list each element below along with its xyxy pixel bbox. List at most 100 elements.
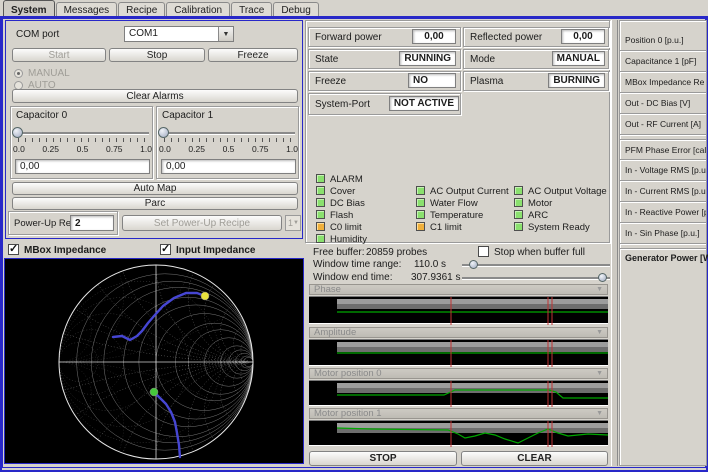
arc-led (514, 210, 523, 219)
humidity-led (316, 234, 325, 243)
freeze-button[interactable]: Freeze (208, 48, 298, 62)
signal-item-position0[interactable]: Position 0 [p.u.] (620, 30, 706, 51)
signal-item-in-current-rms[interactable]: In - Current RMS [p.u.] (620, 181, 706, 202)
input-impedance-checkbox[interactable] (160, 244, 171, 255)
panel-divider (611, 20, 618, 466)
scope-motor1-title: Motor position 1 (314, 408, 382, 419)
plasma-label: Plasma (464, 76, 503, 87)
mbox-current-point-dot (201, 292, 209, 300)
scope-amplitude-title: Amplitude (314, 327, 356, 338)
capacitor-0-group: Capacitor 0 0.0 0.25 0.5 0.75 1.0 0,00 (10, 106, 153, 179)
mode-value: MANUAL (552, 51, 605, 66)
set-power-up-recipe-button[interactable]: Set Power-Up Recipe (122, 215, 282, 231)
start-button[interactable]: Start (12, 48, 106, 62)
chevron-down-icon: ▼ (596, 370, 603, 377)
arc-led-label: ARC (528, 210, 548, 221)
scale-tick-label: 0.5 (223, 144, 235, 154)
window-time-range-slider-thumb[interactable] (469, 260, 478, 269)
c1-limit-led (416, 222, 425, 231)
signal-item-pfm-phase-error[interactable]: PFM Phase Error [calib] (620, 139, 706, 160)
generator-power-footer: Generator Power [W] (625, 253, 708, 263)
phase-band (337, 304, 608, 309)
ac-output-voltage-led-label: AC Output Voltage (528, 186, 607, 197)
mbox-impedance-checkbox[interactable] (8, 244, 19, 255)
signal-item-capacitance1[interactable]: Capacitance 1 [pF] (620, 51, 706, 72)
manual-radio[interactable] (14, 69, 23, 78)
signal-item-in-reactive-power[interactable]: In - Reactive Power [p.u.] (620, 202, 706, 223)
tab-messages[interactable]: Messages (56, 2, 118, 17)
manual-radio-label: MANUAL (28, 68, 70, 79)
mode-label: Mode (464, 54, 495, 65)
tab-trace[interactable]: Trace (231, 2, 272, 17)
power-up-recipe-input[interactable]: 2 (70, 215, 114, 231)
capacitor-0-slider-ticks (18, 138, 149, 142)
input-impedance-trace (154, 392, 180, 457)
capacitor-1-scale: 0.0 0.25 0.5 0.75 1.0 (159, 144, 298, 154)
scope-clear-button[interactable]: CLEAR (461, 451, 608, 466)
scope-phase-title: Phase (314, 284, 341, 295)
free-buffer-label: Free buffer: (313, 247, 365, 258)
state-value: RUNNING (399, 51, 456, 66)
capacitor-0-slider-track[interactable] (16, 132, 149, 134)
capacitor-1-slider-track[interactable] (162, 132, 295, 134)
window-time-range-slider-track[interactable] (462, 264, 610, 266)
input-impedance-label: Input Impedance (176, 245, 255, 256)
motor-led (514, 198, 523, 207)
scope-amplitude-header[interactable]: Amplitude ▼ (309, 327, 608, 338)
scale-tick-label: 0.0 (13, 144, 25, 154)
plasma-value: BURNING (548, 73, 605, 88)
tab-calibration[interactable]: Calibration (166, 2, 230, 17)
cover-led (316, 186, 325, 195)
scale-tick-label: 0.5 (77, 144, 89, 154)
signal-item-out-rf-current[interactable]: Out - RF Current [A] (620, 114, 706, 135)
capacitor-1-value-input[interactable]: 0,00 (161, 159, 296, 174)
humidity-led-label: Humidity (330, 234, 367, 245)
tab-recipe[interactable]: Recipe (118, 2, 165, 17)
capacitor-1-slider-thumb[interactable] (158, 127, 169, 138)
ac-output-current-led (416, 186, 425, 195)
scale-tick-label: 0.75 (106, 144, 123, 154)
scope-stop-button[interactable]: STOP (309, 451, 457, 466)
chevron-down-icon: ▼ (596, 329, 603, 336)
capacitor-0-value-input[interactable]: 0,00 (15, 159, 150, 174)
signal-item-in-voltage-rms[interactable]: In - Voltage RMS [p.u.] (620, 160, 706, 181)
tab-debug[interactable]: Debug (273, 2, 318, 17)
temperature-led-label: Temperature (430, 210, 483, 221)
scale-tick-label: 1.0 (286, 144, 298, 154)
com-port-select[interactable]: COM1 ▼ (124, 26, 234, 42)
auto-map-button[interactable]: Auto Map (12, 182, 298, 195)
chevron-down-icon: ▼ (293, 220, 299, 226)
alarm-led-label: ALARM (330, 174, 363, 185)
window-end-time-slider-thumb[interactable] (598, 273, 607, 282)
amplitude-band (337, 342, 608, 347)
scope-phase-header[interactable]: Phase▼ (309, 284, 608, 295)
motor-led-label: Motor (528, 198, 552, 209)
stop-when-buffer-full-checkbox[interactable] (478, 246, 489, 257)
parc-button[interactable]: Parc (12, 197, 298, 210)
scope-motor1-header[interactable]: Motor position 1▼ (309, 408, 608, 419)
capacitor-0-slider-thumb[interactable] (12, 127, 23, 138)
clear-alarms-button[interactable]: Clear Alarms (12, 89, 298, 103)
stop-button[interactable]: Stop (109, 48, 205, 62)
signal-item-mbox-impedance-re[interactable]: MBox Impedance Re [Ohm] (620, 72, 706, 93)
scope-motor0-header[interactable]: Motor position 0▼ (309, 368, 608, 379)
window-end-time-slider-track[interactable] (462, 277, 610, 279)
capacitor-0-scale: 0.0 0.25 0.5 0.75 1.0 (13, 144, 152, 154)
window-end-time-label: Window end time: (313, 272, 392, 283)
tab-system[interactable]: System (3, 0, 55, 17)
ac-output-current-led-label: AC Output Current (430, 186, 509, 197)
window-end-time-value: 307.9361 s (411, 272, 461, 283)
capacitor-1-slider-ticks (164, 138, 295, 142)
signal-item-out-dc-bias[interactable]: Out - DC Bias [V] (620, 93, 706, 114)
tab-bar: SystemMessagesRecipeCalibrationTraceDebu… (0, 0, 708, 17)
free-buffer-value: 20859 probes (366, 247, 427, 258)
chevron-down-icon[interactable]: ▼ (218, 27, 233, 41)
forward-power-label: Forward power (309, 32, 382, 43)
signal-item-in-sin-phase[interactable]: In - Sin Phase [p.u.] (620, 223, 706, 244)
scale-tick-label: 0.25 (42, 144, 59, 154)
list-separator (620, 248, 706, 250)
input-current-point-dot (150, 388, 158, 396)
scope-amplitude-plot (309, 339, 608, 366)
power-up-recipe-selector[interactable]: 1 ▼ (285, 215, 301, 231)
system-port-label: System-Port (309, 99, 370, 110)
